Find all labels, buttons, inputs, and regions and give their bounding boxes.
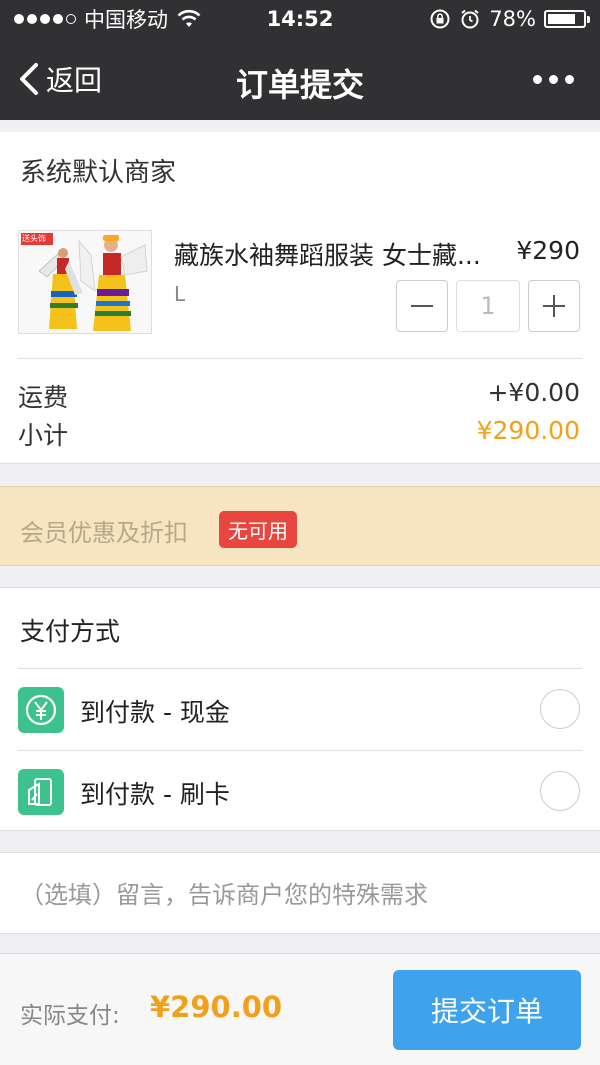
merchant-name: 系统默认商家 — [20, 158, 177, 188]
product-spec: L — [174, 282, 186, 306]
status-badge: 无可用 — [219, 511, 297, 548]
payment-title: 支付方式 — [20, 617, 121, 646]
total-value: ¥290.00 — [150, 990, 283, 1024]
status-bar: 中国移动 14:52 78% — [0, 0, 600, 38]
battery-percent: 78% — [489, 7, 536, 31]
product-name: 藏族水袖舞蹈服装 女士藏... — [174, 241, 481, 270]
payment-option-label: 到付款 - 刷卡 — [80, 780, 230, 809]
submit-order-button[interactable]: 提交订单 — [393, 970, 581, 1050]
back-button[interactable]: 返回 — [18, 38, 102, 120]
total-label: 实际支付: — [20, 1003, 120, 1029]
quantity-input[interactable]: 1 — [456, 280, 520, 332]
rotation-lock-icon — [430, 9, 450, 29]
status-left: 中国移动 — [14, 4, 202, 34]
radio-card[interactable] — [540, 771, 580, 811]
product-image[interactable]: 送头饰 — [18, 230, 152, 334]
subtotal-label: 小计 — [18, 421, 69, 450]
battery-fill — [548, 14, 575, 24]
nav-bar: 返回 订单提交 — [0, 38, 600, 120]
subtotal-value: ¥290.00 — [476, 416, 580, 445]
note-card: （选填）留言，告诉商户您的特殊需求 — [0, 852, 600, 934]
quantity-stepper: 1 — [396, 280, 580, 332]
increase-button[interactable] — [528, 280, 580, 332]
payment-card: 支付方式 到付款 - 现金 到付款 - 刷卡 — [0, 587, 600, 831]
yen-icon — [18, 687, 64, 733]
back-label: 返回 — [46, 64, 103, 97]
radio-cash[interactable] — [540, 689, 580, 729]
product-price: ¥290 — [516, 236, 580, 265]
divider — [18, 358, 582, 359]
payment-option-label: 到付款 - 现金 — [80, 698, 230, 727]
signal-dots-icon — [14, 14, 76, 24]
payment-option-card[interactable]: 到付款 - 刷卡 — [0, 751, 600, 833]
checkout-footer: 实际支付: ¥290.00 提交订单 — [0, 953, 600, 1065]
wifi-icon — [177, 9, 201, 27]
shipping-label: 运费 — [18, 383, 69, 412]
payment-option-cash[interactable]: 到付款 - 现金 — [0, 669, 600, 751]
alarm-icon — [461, 9, 479, 29]
more-dots-icon[interactable] — [533, 38, 574, 120]
discount-label: 会员优惠及折扣 — [20, 519, 188, 547]
image-badge: 送头饰 — [22, 234, 46, 243]
card-icon — [18, 769, 64, 815]
battery-icon — [544, 10, 590, 28]
merchant-card: 系统默认商家 送头饰 藏族水袖舞蹈服装 女士藏... ¥290 L 1 运费 +… — [0, 132, 600, 464]
chevron-left-icon — [20, 63, 38, 95]
status-right: 78% — [429, 7, 590, 31]
decrease-button[interactable] — [396, 280, 448, 332]
shipping-value: +¥0.00 — [487, 378, 580, 407]
minus-icon — [411, 305, 433, 307]
member-discount-row[interactable]: 会员优惠及折扣 无可用 — [0, 486, 600, 566]
note-input[interactable]: （选填）留言，告诉商户您的特殊需求 — [20, 875, 428, 910]
plus-icon — [543, 295, 565, 317]
carrier-label: 中国移动 — [84, 8, 168, 32]
